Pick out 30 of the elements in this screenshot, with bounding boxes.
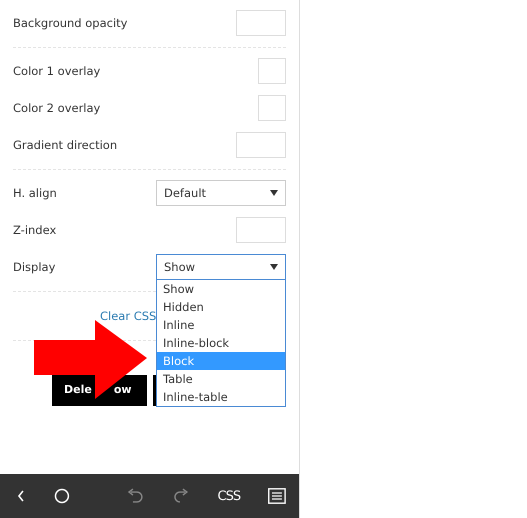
field-label: Color 1 overlay <box>13 64 100 78</box>
field-label: Z-index <box>13 222 56 236</box>
dropdown-option[interactable]: Inline-table <box>157 388 285 406</box>
dropdown[interactable]: Show <box>156 254 286 280</box>
dropdown[interactable]: Default <box>156 180 286 206</box>
input-field[interactable] <box>236 10 286 36</box>
field-label: Background opacity <box>13 16 128 30</box>
field-label: H. align <box>13 186 57 200</box>
arrow-icon <box>34 320 147 399</box>
circle-icon[interactable] <box>54 488 70 504</box>
color-field[interactable] <box>258 58 286 84</box>
color-field[interactable] <box>258 94 286 120</box>
back-icon[interactable] <box>16 489 26 503</box>
caret-icon <box>270 190 278 196</box>
css-button[interactable]: CSS <box>218 488 240 504</box>
field-label: Color 2 overlay <box>13 100 100 114</box>
dropdown-option[interactable]: Inline <box>157 316 285 334</box>
field-label: Gradient direction <box>13 138 118 152</box>
menu-icon[interactable] <box>268 488 286 504</box>
caret-icon <box>270 264 278 270</box>
clear-css-link[interactable]: Clear CSS <box>100 309 156 323</box>
dropdown-option[interactable]: Show <box>157 280 285 298</box>
redo-icon[interactable] <box>172 487 190 505</box>
field-label: Display <box>13 260 56 274</box>
dropdown-option[interactable]: Table <box>157 370 285 388</box>
undo-icon[interactable] <box>126 487 144 505</box>
input-field[interactable] <box>236 216 286 242</box>
input-field[interactable] <box>236 132 286 158</box>
dropdown-option[interactable]: Hidden <box>157 298 285 316</box>
dropdown-option[interactable]: Inline-block <box>157 334 285 352</box>
